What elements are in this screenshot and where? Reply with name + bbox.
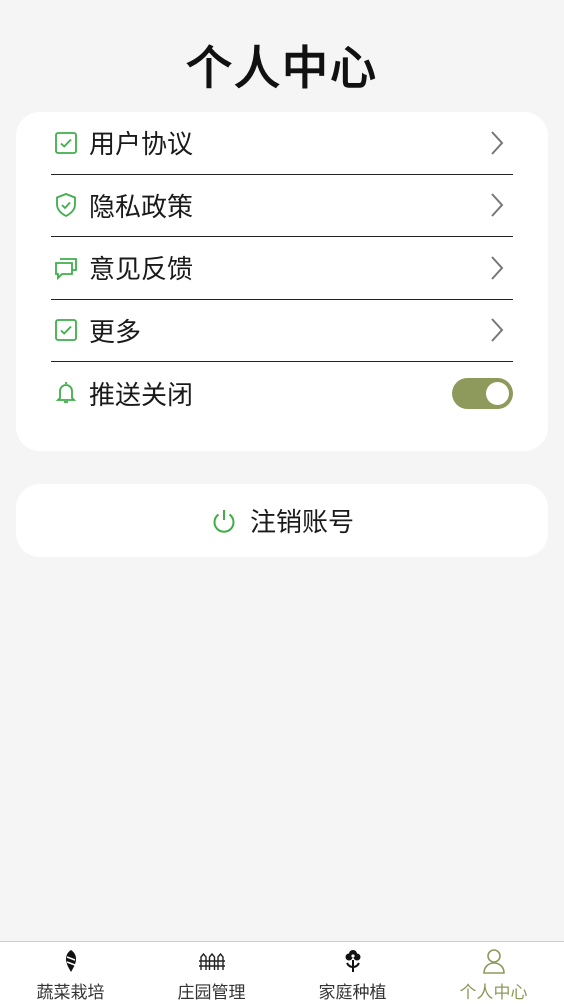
checkbox-icon xyxy=(53,130,79,156)
menu-item-label: 意见反馈 xyxy=(89,255,194,286)
menu-item-label: 用户协议 xyxy=(89,130,194,161)
page-title: 个人中心 xyxy=(186,41,378,95)
tab-label: 庄园管理 xyxy=(177,983,246,1003)
chevron-right-icon xyxy=(487,191,507,219)
menu-item-label: 隐私政策 xyxy=(89,192,194,223)
flower-icon xyxy=(339,948,367,974)
person-icon xyxy=(480,948,508,974)
chevron-right-icon xyxy=(487,316,507,344)
menu-item-privacy-policy[interactable]: 隐私政策 xyxy=(51,175,513,237)
menu-item-more[interactable]: 更多 xyxy=(51,300,513,362)
settings-menu-card: 用户协议 隐私政策 意见反馈 更多 推送关闭 xyxy=(16,112,548,451)
bottom-tab-bar: 蔬菜栽培 庄园管理 家庭种植 个人中心 xyxy=(0,941,564,1004)
checkbox-icon xyxy=(53,317,79,343)
tab-home-planting[interactable]: 家庭种植 xyxy=(282,942,423,1004)
menu-item-push-notifications: 推送关闭 xyxy=(51,362,513,425)
push-toggle-switch[interactable] xyxy=(452,377,513,409)
menu-item-feedback[interactable]: 意见反馈 xyxy=(51,237,513,300)
profile-page: 个人中心 用户协议 隐私政策 意见反馈 更多 推送关闭 注销账号 蔬菜栽培 庄园… xyxy=(0,0,564,1004)
tab-vegetable-cultivation[interactable]: 蔬菜栽培 xyxy=(0,942,141,1004)
bell-icon xyxy=(53,380,79,406)
toggle-knob xyxy=(486,381,509,405)
vegetable-icon xyxy=(57,948,85,974)
chevron-right-icon xyxy=(487,129,507,157)
menu-item-label: 更多 xyxy=(89,317,142,348)
fence-icon xyxy=(198,948,226,974)
menu-item-user-agreement[interactable]: 用户协议 xyxy=(51,112,513,175)
tab-label: 家庭种植 xyxy=(318,983,387,1003)
power-icon xyxy=(210,507,238,535)
tab-label: 个人中心 xyxy=(459,983,528,1003)
shield-check-icon xyxy=(53,192,79,218)
tab-label: 蔬菜栽培 xyxy=(36,983,105,1003)
logout-account-button[interactable]: 注销账号 xyxy=(16,484,548,557)
chevron-right-icon xyxy=(487,254,507,282)
menu-item-label: 推送关闭 xyxy=(89,380,194,411)
tab-estate-management[interactable]: 庄园管理 xyxy=(141,942,282,1004)
logout-account-label: 注销账号 xyxy=(249,508,354,538)
tab-personal-center[interactable]: 个人中心 xyxy=(423,942,564,1004)
chat-bubbles-icon xyxy=(53,255,79,281)
